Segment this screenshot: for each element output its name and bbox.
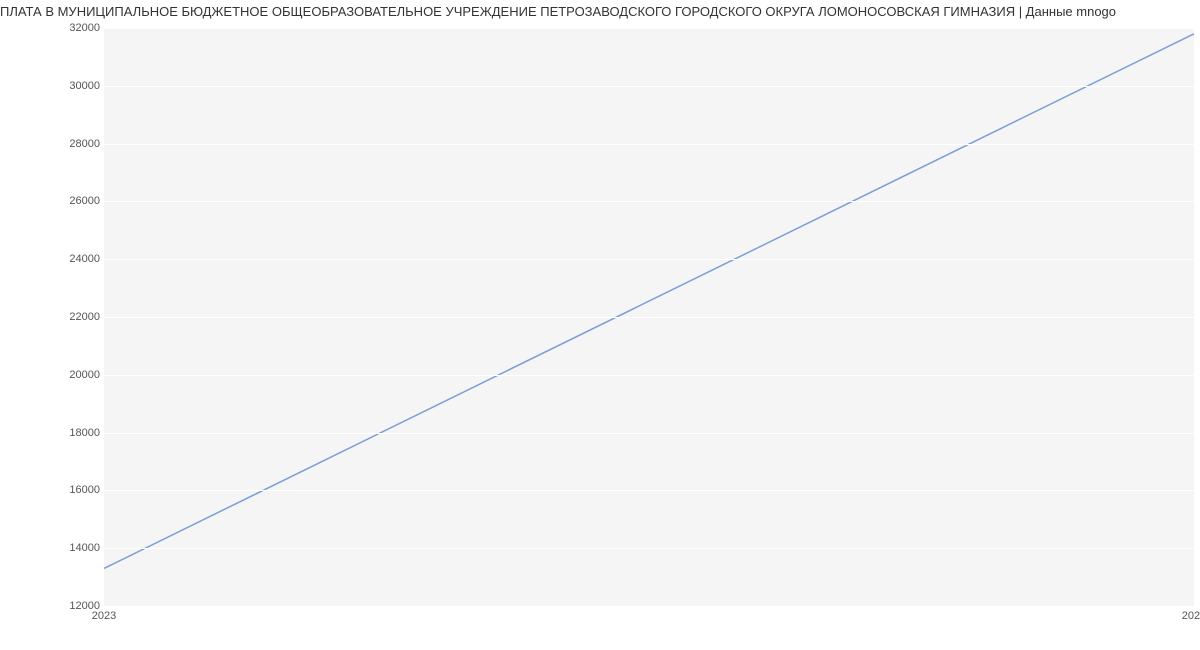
grid-line [104,28,1194,29]
grid-line [104,433,1194,434]
x-tick-label: 2023 [92,610,116,622]
grid-line [104,317,1194,318]
x-tick-label: 2024 [1182,610,1200,622]
grid-line [104,375,1194,376]
y-tick-label: 30000 [40,80,100,92]
y-tick-label: 28000 [40,138,100,150]
y-tick-label: 32000 [40,22,100,34]
y-tick-label: 22000 [40,311,100,323]
y-tick-label: 18000 [40,427,100,439]
grid-line [104,144,1194,145]
y-tick-label: 20000 [40,369,100,381]
y-tick-label: 24000 [40,253,100,265]
grid-line [104,490,1194,491]
y-tick-label: 26000 [40,195,100,207]
grid-line [104,606,1194,607]
grid-line [104,201,1194,202]
y-tick-label: 16000 [40,484,100,496]
plot-area [104,28,1194,606]
chart-title: ПЛАТА В МУНИЦИПАЛЬНОЕ БЮДЖЕТНОЕ ОБЩЕОБРА… [0,4,1200,19]
grid-line [104,259,1194,260]
series-line [104,34,1194,569]
grid-line [104,86,1194,87]
chart-container: ПЛАТА В МУНИЦИПАЛЬНОЕ БЮДЖЕТНОЕ ОБЩЕОБРА… [0,0,1200,650]
y-tick-label: 14000 [40,542,100,554]
grid-line [104,548,1194,549]
